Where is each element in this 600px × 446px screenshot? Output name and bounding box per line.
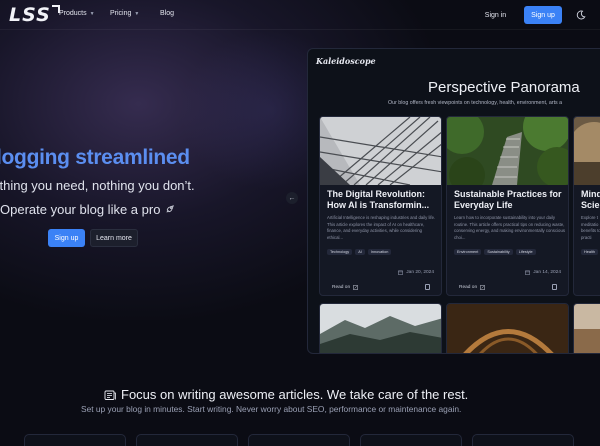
external-link-icon bbox=[480, 285, 485, 290]
card-title: Mind Scie bbox=[581, 189, 600, 210]
hero-subtitle: ything you need, nothing you don’t. bbox=[0, 178, 195, 193]
feature-card bbox=[136, 434, 238, 446]
moon-icon[interactable] bbox=[576, 10, 586, 20]
article-card[interactable] bbox=[446, 303, 569, 353]
blog-preview-window: Kaleidoscope Perspective Panorama Our bl… bbox=[307, 48, 600, 354]
logo[interactable]: LSS bbox=[9, 4, 60, 26]
feature-card bbox=[248, 434, 350, 446]
section-title-text: Focus on writing awesome articles. We ta… bbox=[121, 387, 469, 402]
copy-icon[interactable] bbox=[552, 284, 557, 290]
nav-blog-label: Blog bbox=[160, 10, 175, 17]
tag[interactable]: Technology bbox=[327, 249, 353, 255]
read-on-label: Read on bbox=[332, 285, 351, 290]
card-date-text: Jan 20, 2024 bbox=[406, 270, 434, 275]
hero-sign-up-button[interactable]: Sign up bbox=[48, 229, 85, 247]
top-nav: LSS Products ▼ Pricing ▼ Blog Sign in Si… bbox=[0, 0, 600, 30]
article-card[interactable] bbox=[319, 303, 442, 353]
tag[interactable]: Sustainability bbox=[484, 249, 513, 255]
nav-products-label: Products bbox=[59, 10, 87, 17]
tag[interactable]: Environment bbox=[454, 249, 482, 255]
article-card[interactable]: Mind Scie Explore t meditatio benefits t… bbox=[573, 116, 600, 296]
article-card[interactable]: The Digital Revolution: How AI is Transf… bbox=[319, 116, 442, 296]
nav-pricing[interactable]: Pricing ▼ bbox=[110, 10, 139, 17]
external-link-icon bbox=[353, 285, 358, 290]
calendar-icon bbox=[525, 270, 531, 275]
nav-blog[interactable]: Blog bbox=[160, 10, 174, 17]
preview-title: Perspective Panorama bbox=[428, 79, 580, 96]
card-tags: Environment Sustainability Lifestyle bbox=[454, 249, 536, 255]
landing-page: LSS Products ▼ Pricing ▼ Blog Sign in Si… bbox=[0, 0, 600, 446]
card-image bbox=[320, 304, 441, 353]
hero-tagline-text: Operate your blog like a pro bbox=[0, 202, 161, 217]
card-tags: Health bbox=[581, 249, 598, 255]
card-image bbox=[574, 117, 600, 185]
arrow-left-icon: ← bbox=[288, 194, 296, 202]
card-excerpt: Artificial Intelligence is reshaping ind… bbox=[327, 215, 436, 240]
preview-description: Our blog offers fresh viewpoints on tech… bbox=[388, 100, 563, 106]
card-excerpt: Learn how to incorporate sustainability … bbox=[454, 215, 565, 240]
rocket-icon bbox=[166, 205, 175, 213]
hero-title: logging streamlined bbox=[0, 146, 190, 169]
tag[interactable]: AI bbox=[355, 249, 365, 255]
sign-up-button[interactable]: Sign up bbox=[524, 6, 562, 24]
card-date: Jan 14, 2024 bbox=[525, 270, 561, 275]
copy-icon[interactable] bbox=[425, 284, 430, 290]
card-image bbox=[574, 304, 600, 353]
section-subtitle: Set up your blog in minutes. Start writi… bbox=[81, 404, 462, 414]
tag[interactable]: Health bbox=[581, 249, 598, 255]
hero-tagline: Operate your blog like a pro bbox=[0, 202, 175, 217]
nav-products[interactable]: Products ▼ bbox=[59, 10, 95, 17]
calendar-icon bbox=[398, 270, 404, 275]
read-on-link[interactable]: Read on bbox=[459, 285, 485, 290]
feature-card bbox=[472, 434, 574, 446]
read-on-link[interactable]: Read on bbox=[332, 285, 358, 290]
card-excerpt: Explore t meditatio benefits to practi bbox=[581, 215, 600, 240]
feature-card bbox=[24, 434, 126, 446]
card-tags: Technology AI Innovation bbox=[327, 249, 392, 255]
learn-more-button[interactable]: Learn more bbox=[90, 229, 138, 247]
article-card[interactable] bbox=[573, 303, 600, 353]
read-on-label: Read on bbox=[459, 285, 478, 290]
section-title: Focus on writing awesome articles. We ta… bbox=[104, 387, 468, 402]
card-image bbox=[447, 304, 568, 353]
card-title: Sustainable Practices for Everyday Life bbox=[454, 189, 562, 210]
carousel-prev-button[interactable]: ← bbox=[286, 192, 298, 204]
article-card[interactable]: Sustainable Practices for Everyday Life … bbox=[446, 116, 569, 296]
card-date-text: Jan 14, 2024 bbox=[533, 270, 561, 275]
logo-text: LSS bbox=[9, 4, 51, 26]
preview-brand: Kaleidoscope bbox=[316, 56, 376, 66]
card-image bbox=[447, 117, 568, 185]
nav-pricing-label: Pricing bbox=[110, 10, 132, 17]
card-title: The Digital Revolution: How AI is Transf… bbox=[327, 189, 430, 210]
card-date: Jan 20, 2024 bbox=[398, 270, 434, 275]
feature-card bbox=[360, 434, 462, 446]
newspaper-icon bbox=[104, 390, 116, 400]
tag[interactable]: Lifestyle bbox=[515, 249, 536, 255]
sign-in-button[interactable]: Sign in bbox=[478, 7, 513, 24]
chevron-down-icon: ▼ bbox=[134, 10, 140, 17]
card-image bbox=[320, 117, 441, 185]
chevron-down-icon: ▼ bbox=[89, 10, 95, 17]
tag[interactable]: Innovation bbox=[367, 249, 392, 255]
